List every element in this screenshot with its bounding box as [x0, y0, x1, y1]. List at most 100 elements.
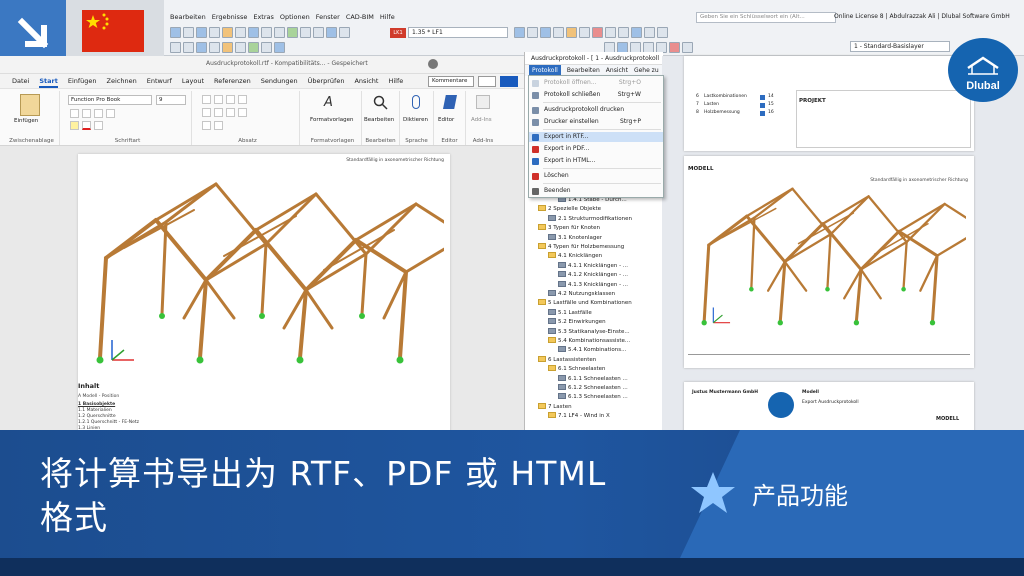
dictate-button-label[interactable]: Diktieren	[403, 117, 428, 123]
check-icon[interactable]	[248, 42, 259, 53]
addins-icon[interactable]	[476, 95, 490, 109]
indent-icon[interactable]	[238, 95, 247, 104]
rfem-menu-item[interactable]: Ergebnisse	[212, 13, 248, 23]
tree-node[interactable]: 7.1 LF4 - Wind in X	[548, 412, 610, 421]
save-icon[interactable]	[196, 27, 207, 38]
open-icon[interactable]	[183, 27, 194, 38]
share-button[interactable]	[500, 76, 518, 87]
line-icon[interactable]	[553, 27, 564, 38]
load-combination-select[interactable]: 1.35 * LF1	[408, 27, 508, 38]
dropdown-item[interactable]: Protokoll öffnen... Strg+O	[529, 78, 663, 88]
align-center-icon[interactable]	[214, 108, 223, 117]
word-tab[interactable]: Referenzen	[214, 74, 251, 88]
tree-node[interactable]: 4.1.2 Knicklängen - ...	[558, 271, 628, 280]
rfem-menu-item[interactable]: CAD-BIM	[346, 13, 374, 23]
copy-icon[interactable]	[618, 27, 629, 38]
delete-icon[interactable]	[592, 27, 603, 38]
styles-button-label[interactable]: Formatvorlagen	[310, 117, 354, 123]
results-icon[interactable]	[300, 27, 311, 38]
dropdown-item[interactable]: Ausdruckprotokoll drucken	[529, 105, 663, 115]
member-icon[interactable]	[566, 27, 577, 38]
tree-node[interactable]: 7 Lasten	[538, 402, 572, 412]
tree-node[interactable]: 2 Spezielle Objekte	[538, 205, 601, 214]
tree-node[interactable]: 4.1 Knicklängen	[548, 252, 602, 261]
support-icon[interactable]	[222, 42, 233, 53]
layer-icon[interactable]	[682, 42, 693, 53]
undo-icon[interactable]	[170, 42, 181, 53]
word-tab[interactable]: Start	[39, 74, 58, 88]
dropdown-item[interactable]: Beenden	[529, 186, 663, 196]
dropdown-item[interactable]: Protokoll schließen Strg+W	[529, 90, 663, 100]
comments-button[interactable]: Kommentare	[428, 76, 474, 87]
tree-node[interactable]: 5.2 Einwirkungen	[548, 318, 606, 327]
dropdown-item[interactable]: Export in HTML...	[529, 156, 663, 166]
rfem-menu-item[interactable]: Extras	[253, 13, 274, 23]
report-icon[interactable]	[274, 42, 285, 53]
tree-node[interactable]: 3 Typen für Knoten	[538, 224, 600, 233]
section-icon[interactable]	[274, 27, 285, 38]
align-right-icon[interactable]	[226, 108, 235, 117]
rfem-menu-item[interactable]: Optionen	[280, 13, 310, 23]
dropdown-item[interactable]: Export in PDF...	[529, 144, 663, 154]
tree-node[interactable]: 5.4.1 Kombinations...	[558, 346, 626, 355]
tree-node[interactable]: 6.1 Schneelasten	[548, 365, 606, 374]
rfem-menu-item[interactable]: Hilfe	[380, 13, 395, 23]
tree-node[interactable]: 4 Typen für Holzbemessung	[538, 243, 624, 252]
word-tab[interactable]: Überprüfen	[308, 74, 345, 88]
zoom-icon[interactable]	[261, 27, 272, 38]
tree-node[interactable]: 6.1.2 Schneelasten ...	[558, 384, 628, 393]
word-tab[interactable]: Einfügen	[68, 74, 97, 88]
word-tab[interactable]: Datei	[12, 74, 29, 88]
paste-button-label[interactable]: Einfügen	[14, 118, 38, 124]
addins-button-label[interactable]: Add-Ins	[471, 117, 492, 123]
mirror-icon[interactable]	[644, 27, 655, 38]
editor-icon[interactable]	[443, 95, 457, 109]
tree-node[interactable]: 5.4 Kombinationsassiste...	[548, 337, 630, 346]
rfem-menu-item[interactable]: Fenster	[316, 13, 340, 23]
strikethrough-icon[interactable]	[106, 109, 115, 118]
display-icon[interactable]	[326, 27, 337, 38]
word-tab[interactable]: Sendungen	[261, 74, 298, 88]
node-icon[interactable]	[540, 27, 551, 38]
new-icon[interactable]	[170, 27, 181, 38]
print-icon[interactable]	[209, 27, 220, 38]
layer-select[interactable]: 1 - Standard-Basislayer	[850, 41, 950, 52]
highlight-icon[interactable]	[70, 121, 79, 130]
tree-node[interactable]: 5.3 Statikanalyse-Einste...	[548, 327, 630, 337]
editing-mode-button[interactable]	[478, 76, 496, 87]
model-icon[interactable]	[222, 27, 233, 38]
tree-node[interactable]: 6.1.3 Schneelasten ...	[558, 393, 628, 402]
tree-node[interactable]: 4.2 Nutzungsklassen	[548, 290, 615, 299]
tree-node[interactable]: 5.1 Lastfälle	[548, 308, 592, 318]
shading-icon[interactable]	[202, 121, 211, 130]
rfem-menu-item[interactable]: Bearbeiten	[170, 13, 206, 23]
word-tab[interactable]: Ansicht	[354, 74, 378, 88]
font-color-icon[interactable]	[82, 121, 91, 130]
dropdown-item[interactable]: Drucker einstellen Strg+P	[529, 117, 663, 127]
snap-icon[interactable]	[527, 27, 538, 38]
bold-icon[interactable]	[70, 109, 79, 118]
tree-node[interactable]: 2.1 Strukturmodifikationen	[548, 214, 632, 224]
borders-icon[interactable]	[214, 121, 223, 130]
bullets-icon[interactable]	[202, 95, 211, 104]
word-page[interactable]: Standardfällig in axonometrischer Richtu…	[78, 154, 450, 444]
search-icon[interactable]	[373, 95, 389, 111]
numbering-icon[interactable]	[214, 95, 223, 104]
edit-button-label[interactable]: Bearbeiten	[364, 117, 394, 123]
microphone-icon[interactable]	[412, 95, 420, 109]
load-icon[interactable]	[235, 42, 246, 53]
render-icon[interactable]	[248, 27, 259, 38]
avatar[interactable]	[428, 59, 438, 69]
italic-icon[interactable]	[82, 109, 91, 118]
word-tab[interactable]: Layout	[182, 74, 204, 88]
filter-icon[interactable]	[313, 27, 324, 38]
font-size-select[interactable]: 9	[156, 95, 186, 105]
word-tab[interactable]: Hilfe	[388, 74, 403, 88]
styles-icon[interactable]: A	[324, 95, 342, 111]
move-icon[interactable]	[605, 27, 616, 38]
tree-node[interactable]: 5 Lastfälle und Kombinationen	[538, 299, 632, 308]
grid-icon[interactable]	[514, 27, 525, 38]
tree-node[interactable]: 4.1.3 Knicklängen - ...	[558, 280, 628, 290]
font-name-select[interactable]: Function Pro Book	[68, 95, 152, 105]
word-tab[interactable]: Zeichnen	[107, 74, 137, 88]
